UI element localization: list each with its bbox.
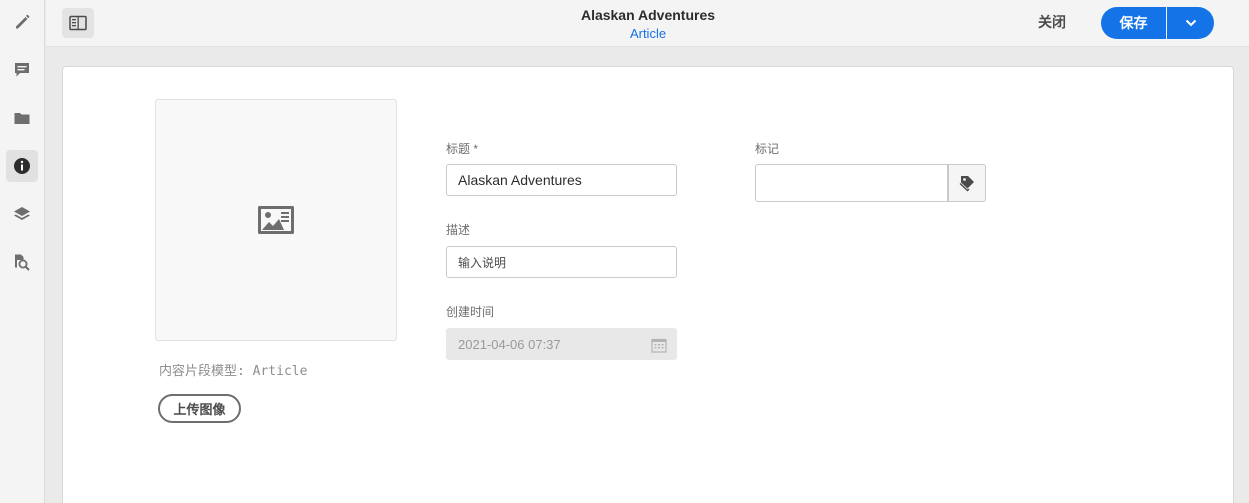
toggle-side-panel-button[interactable]: [62, 8, 94, 38]
top-bar: Alaskan Adventures Article 关闭 保存: [46, 0, 1249, 47]
thumbnail-placeholder: [155, 99, 397, 341]
title-label: 标题 *: [446, 142, 479, 156]
layers-icon: [14, 207, 30, 220]
model-info: 内容片段模型: Article: [159, 360, 307, 379]
edit-button[interactable]: [6, 6, 38, 38]
properties-button[interactable]: [6, 150, 38, 182]
tag-picker-button[interactable]: [948, 164, 986, 202]
description-input[interactable]: 输入说明: [446, 246, 677, 278]
tags-label: 标记: [755, 142, 780, 156]
save-button[interactable]: 保存: [1101, 7, 1166, 39]
title-block: Alaskan Adventures Article: [496, 7, 800, 43]
assets-button[interactable]: [6, 102, 38, 134]
search-references-icon: [15, 254, 30, 271]
description-label: 描述: [446, 223, 471, 237]
side-panel-icon: [69, 15, 87, 31]
references-button[interactable]: [6, 246, 38, 278]
tag-icon: [959, 176, 974, 192]
upload-image-button[interactable]: 上传图像: [158, 394, 241, 423]
chevron-down-icon: [1185, 19, 1196, 27]
created-value: 2021-04-06 07:37: [458, 336, 561, 352]
model-link[interactable]: Article: [496, 25, 800, 43]
calendar-icon: [651, 338, 667, 353]
info-icon: [14, 158, 30, 174]
model-value: Article: [252, 364, 308, 379]
tags-input[interactable]: [755, 164, 948, 202]
comment-icon: [15, 63, 29, 77]
created-input: 2021-04-06 07:37: [446, 328, 677, 360]
folder-icon: [14, 113, 30, 124]
image-placeholder-icon: [258, 206, 294, 234]
model-label: 内容片段模型:: [159, 364, 253, 379]
structure-button[interactable]: [6, 198, 38, 230]
created-label: 创建时间: [446, 305, 495, 319]
pencil-icon: [16, 14, 30, 29]
save-options-button[interactable]: [1167, 7, 1214, 39]
left-rail: [0, 0, 45, 503]
comments-button[interactable]: [6, 54, 38, 86]
close-button[interactable]: 关闭: [1038, 12, 1066, 32]
title-input[interactable]: Alaskan Adventures: [446, 164, 677, 196]
page-title: Alaskan Adventures: [580, 7, 716, 23]
